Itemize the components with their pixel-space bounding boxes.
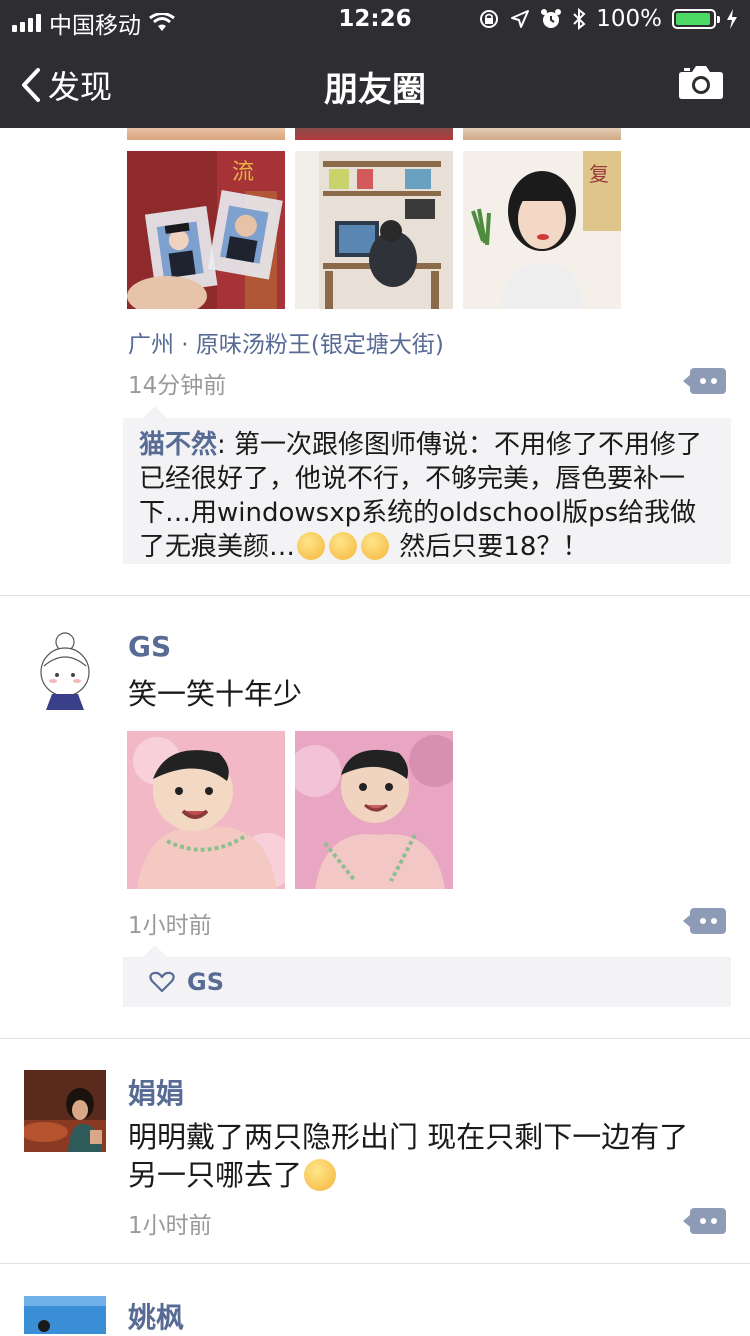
computer-desk-image bbox=[295, 151, 453, 309]
baby-photo-image bbox=[295, 731, 453, 889]
avatar-illustration-icon bbox=[24, 628, 106, 710]
avatar[interactable] bbox=[24, 628, 106, 710]
post-author-name[interactable]: 娟娟 bbox=[128, 1072, 184, 1112]
dot-icon bbox=[700, 918, 706, 924]
likes-box: GS bbox=[123, 945, 731, 1007]
avatar-photo-icon bbox=[24, 1296, 106, 1334]
post-divider bbox=[0, 1038, 750, 1039]
post-timestamp: 1小时前 bbox=[128, 913, 212, 939]
avatar[interactable] bbox=[24, 1070, 106, 1152]
comment-more-button[interactable] bbox=[683, 1208, 726, 1234]
dot-icon bbox=[711, 378, 717, 384]
charging-icon bbox=[727, 9, 737, 29]
post-text: 明明戴了两只隐形出门 现在只剩下一边有了 另一只哪去了 bbox=[128, 1118, 718, 1194]
comment-more-button[interactable] bbox=[683, 368, 726, 394]
camera-button[interactable] bbox=[678, 64, 724, 104]
top-bar: 中国移动 12:26 100% 发现 朋友圈 bbox=[0, 0, 750, 128]
battery-percent: 100% bbox=[596, 6, 662, 32]
comment-tail: 然后只要18？！ bbox=[391, 532, 589, 562]
svg-text:复: 复 bbox=[589, 162, 609, 186]
flushed-emoji-icon bbox=[297, 532, 326, 560]
alarm-icon bbox=[541, 9, 562, 28]
post-photo-computer-desk[interactable] bbox=[295, 151, 453, 309]
camera-icon bbox=[679, 66, 723, 99]
post-author-name[interactable]: 姚枫 bbox=[128, 1296, 184, 1336]
avatar[interactable] bbox=[24, 1296, 106, 1334]
dot-icon bbox=[700, 1218, 706, 1224]
comment-box: 猫不然: 第一次跟修图师傳说：不用修了不用修了已经很好了，他说不行，不够完美，唇… bbox=[123, 406, 731, 564]
liker-name[interactable]: GS bbox=[187, 968, 224, 996]
dot-icon bbox=[711, 918, 717, 924]
crying-emoji-icon bbox=[304, 1159, 337, 1191]
dot-icon bbox=[711, 1218, 717, 1224]
location-icon bbox=[511, 10, 530, 28]
status-bar: 中国移动 12:26 100% bbox=[0, 0, 750, 40]
post-location[interactable]: 广州 · 原味汤粉王(银定塘大街) bbox=[128, 325, 444, 359]
post-text-content: 明明戴了两只隐形出门 现在只剩下一边有了 另一只哪去了 bbox=[128, 1120, 689, 1192]
post-text: 笑一笑十年少 bbox=[128, 677, 303, 711]
selfie-image: 复 bbox=[463, 151, 621, 309]
page-title: 朋友圈 bbox=[324, 70, 426, 110]
avatar-photo-icon bbox=[24, 1070, 106, 1152]
post-photo-id-photos[interactable]: 流 bbox=[127, 151, 285, 309]
id-photos-image: 流 bbox=[127, 151, 285, 309]
flushed-emoji-icon bbox=[361, 532, 390, 560]
post-divider bbox=[0, 1263, 750, 1264]
comment-more-button[interactable] bbox=[683, 908, 726, 934]
post-author-name[interactable]: GS bbox=[128, 630, 171, 663]
orientation-lock-icon bbox=[480, 10, 499, 28]
svg-text:流: 流 bbox=[232, 160, 254, 185]
likes-row: GS bbox=[123, 957, 731, 1007]
battery-icon bbox=[672, 9, 720, 29]
post-timestamp: 14分钟前 bbox=[128, 373, 227, 399]
comment-author[interactable]: 猫不然 bbox=[139, 430, 217, 460]
dot-icon bbox=[700, 378, 706, 384]
post-photo-baby-2[interactable] bbox=[295, 731, 453, 889]
bluetooth-icon bbox=[573, 8, 586, 30]
nav-bar: 发现 朋友圈 bbox=[0, 40, 750, 128]
post-photo-selfie[interactable]: 复 bbox=[463, 151, 621, 309]
post-timestamp: 1小时前 bbox=[128, 1213, 212, 1239]
flushed-emoji-icon bbox=[329, 532, 358, 560]
baby-photo-image bbox=[127, 731, 285, 889]
post-divider bbox=[0, 595, 750, 596]
heart-icon bbox=[149, 971, 175, 993]
comment[interactable]: 猫不然: 第一次跟修图师傳说：不用修了不用修了已经很好了，他说不行，不够完美，唇… bbox=[123, 418, 731, 574]
post-photo-baby-1[interactable] bbox=[127, 731, 285, 889]
status-right: 100% bbox=[478, 6, 738, 32]
